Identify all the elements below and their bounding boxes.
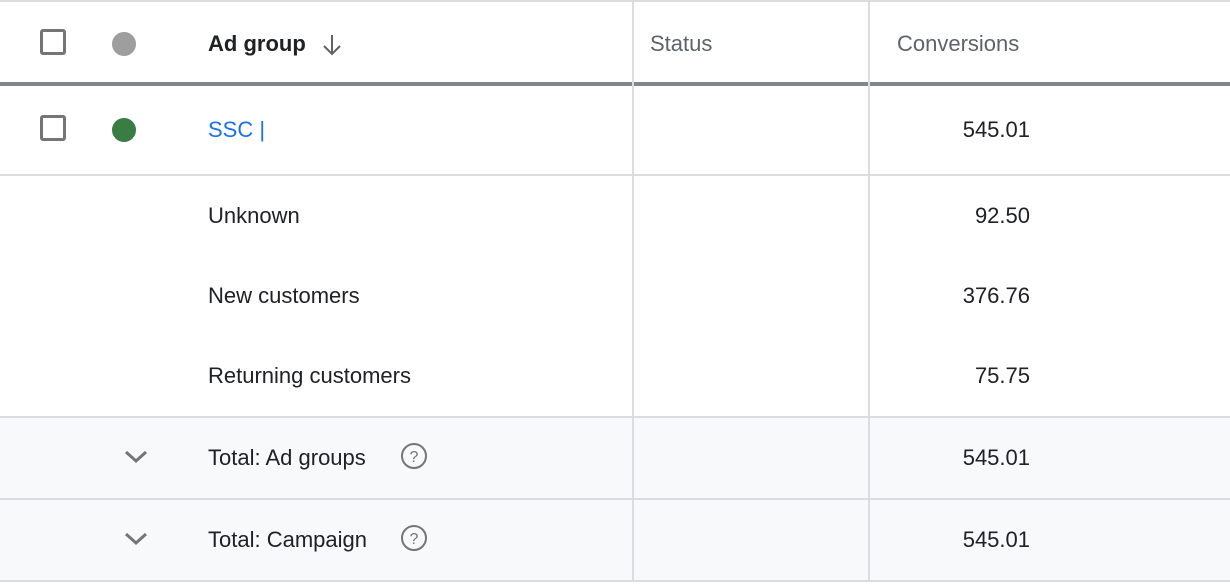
chevron-down-icon[interactable] <box>122 524 150 552</box>
total-label: Total: Campaign <box>208 527 367 552</box>
total-label: Total: Ad groups <box>208 445 366 470</box>
segment-label: Unknown <box>208 203 300 228</box>
segment-row: New customers 376.76 <box>0 256 1230 336</box>
segment-conversions: 75.75 <box>974 363 1030 388</box>
ad-group-conversions: 545.01 <box>962 117 1030 142</box>
segment-conversions: 92.50 <box>974 203 1030 228</box>
segment-label: Returning customers <box>208 363 411 388</box>
table-row-ad-group: SSC | 545.01 <box>0 86 1230 174</box>
segment-conversions: 376.76 <box>962 283 1030 308</box>
total-conversions: 545.01 <box>962 527 1030 552</box>
table-header-row: Ad group Status Conversions <box>0 0 1230 84</box>
svg-text:?: ? <box>410 449 419 466</box>
row-checkbox[interactable] <box>40 115 66 141</box>
segment-row: Unknown 92.50 <box>0 176 1230 256</box>
total-conversions: 545.01 <box>962 445 1030 470</box>
column-header-status[interactable]: Status <box>650 32 712 56</box>
help-circle-icon[interactable]: ? <box>400 524 428 552</box>
row-divider <box>0 580 1230 582</box>
ad-group-name-link[interactable]: SSC | <box>208 118 265 142</box>
select-all-checkbox[interactable] <box>40 29 66 55</box>
column-header-conversions[interactable]: Conversions <box>897 32 1019 56</box>
chevron-down-icon[interactable] <box>122 442 150 470</box>
column-divider-conversions <box>868 0 870 582</box>
help-circle-icon[interactable]: ? <box>400 442 428 470</box>
segment-row: Returning customers 75.75 <box>0 336 1230 416</box>
total-row-campaign: Total: Campaign ? 545.01 <box>0 500 1230 580</box>
svg-text:?: ? <box>410 531 419 548</box>
status-dot-enabled[interactable] <box>112 118 136 142</box>
column-divider-status <box>632 0 634 582</box>
column-header-ad-group[interactable]: Ad group <box>208 32 306 56</box>
total-row-ad-groups: Total: Ad groups ? 545.01 <box>0 418 1230 498</box>
status-dot-header[interactable] <box>112 32 136 56</box>
segment-label: New customers <box>208 283 360 308</box>
sort-descending-icon[interactable] <box>320 32 344 58</box>
